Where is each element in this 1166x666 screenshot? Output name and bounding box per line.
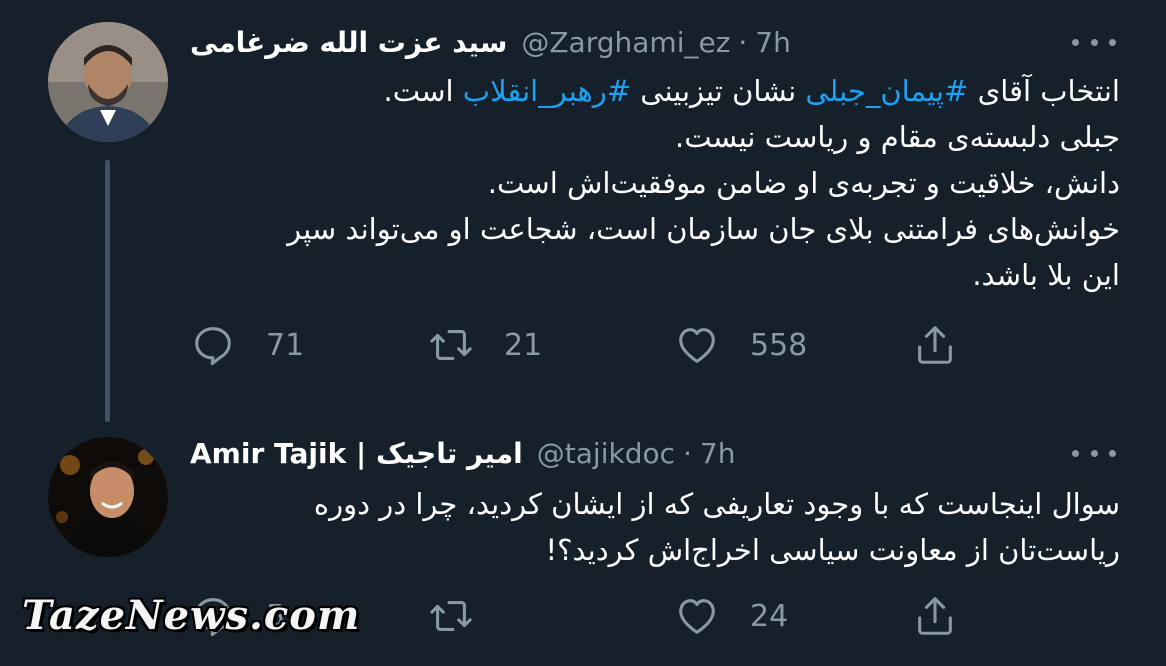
tweet-actions: 71 21 558 xyxy=(190,320,970,370)
timestamp[interactable]: 7h xyxy=(700,437,736,470)
like-count: 24 xyxy=(750,598,789,634)
retweet-icon xyxy=(430,330,472,360)
reply-count: 71 xyxy=(266,327,305,363)
share-button[interactable] xyxy=(912,320,958,370)
display-name[interactable]: سید عزت الله ضرغامی xyxy=(190,26,507,59)
retweet-button[interactable] xyxy=(428,591,504,641)
username-handle[interactable]: @tajikdoc xyxy=(537,437,675,470)
tweet-header: سید عزت الله ضرغامی @Zarghami_ez · 7h xyxy=(190,22,791,62)
avatar[interactable] xyxy=(48,22,168,142)
retweet-count: 21 xyxy=(504,327,543,363)
text-segment: نشان تیزبینی xyxy=(631,74,806,108)
hashtag-link[interactable]: #رهبر_انقلاب xyxy=(463,74,631,108)
hashtag-link[interactable]: #پیمان_جبلی xyxy=(805,74,968,108)
like-icon xyxy=(679,599,715,634)
tweet-line-1: انتخاب آقای #پیمان_جبلی نشان تیزبینی #ره… xyxy=(180,68,1120,114)
tweet-line-3: دانش، خلاقیت و تجربه‌ی او ضامن موفقیت‌اش… xyxy=(487,166,1120,200)
share-button[interactable] xyxy=(912,591,958,641)
avatar[interactable] xyxy=(48,437,168,557)
watermark-logo: TazeNews.com xyxy=(22,592,361,639)
like-icon xyxy=(679,328,715,363)
tweet-line-1: سوال اینجاست که با وجود تعاریفی که از ای… xyxy=(313,487,1120,521)
reply-button[interactable]: 71 xyxy=(190,320,304,370)
tweet-line-2: ریاست‌تان از معاونت سیاسی اخراج‌اش کردید… xyxy=(545,533,1120,567)
timestamp[interactable]: 7h xyxy=(755,26,791,59)
tweet-line-5: این بلا باشد. xyxy=(972,258,1120,292)
tweet-text: سوال اینجاست که با وجود تعاریفی که از ای… xyxy=(180,481,1120,573)
text-segment: انتخاب آقای xyxy=(968,74,1120,108)
more-options-icon[interactable] xyxy=(1072,32,1116,52)
display-name[interactable]: Amir Tajik | امیر تاجیک xyxy=(190,437,523,470)
share-icon xyxy=(918,597,952,635)
tweet-text: انتخاب آقای #پیمان_جبلی نشان تیزبینی #ره… xyxy=(180,68,1120,298)
avatar-portrait-image xyxy=(48,437,168,557)
separator-dot: · xyxy=(683,436,692,470)
thread-connector-line xyxy=(105,160,110,422)
tweet-line-2: جبلی دلبسته‌ی مقام و ریاست نیست. xyxy=(675,120,1120,154)
username-handle[interactable]: @Zarghami_ez xyxy=(521,26,730,59)
like-button[interactable]: 24 xyxy=(674,591,788,641)
tweet-line-4: خوانش‌های فرامتنی بلای جان سازمان است، ش… xyxy=(287,212,1120,246)
retweet-button[interactable]: 21 xyxy=(428,320,542,370)
reply-icon xyxy=(195,327,231,366)
text-segment: است. xyxy=(383,74,463,108)
avatar-portrait-image xyxy=(48,22,168,142)
retweet-icon xyxy=(430,601,472,631)
more-options-icon[interactable] xyxy=(1072,443,1116,463)
tweet-zarghami[interactable]: سید عزت الله ضرغامی @Zarghami_ez · 7h ان… xyxy=(0,0,1166,425)
like-button[interactable]: 558 xyxy=(674,320,807,370)
tweet-header: Amir Tajik | امیر تاجیک @tajikdoc · 7h xyxy=(190,433,735,473)
separator-dot: · xyxy=(738,25,748,59)
like-count: 558 xyxy=(750,327,808,363)
share-icon xyxy=(918,326,952,364)
